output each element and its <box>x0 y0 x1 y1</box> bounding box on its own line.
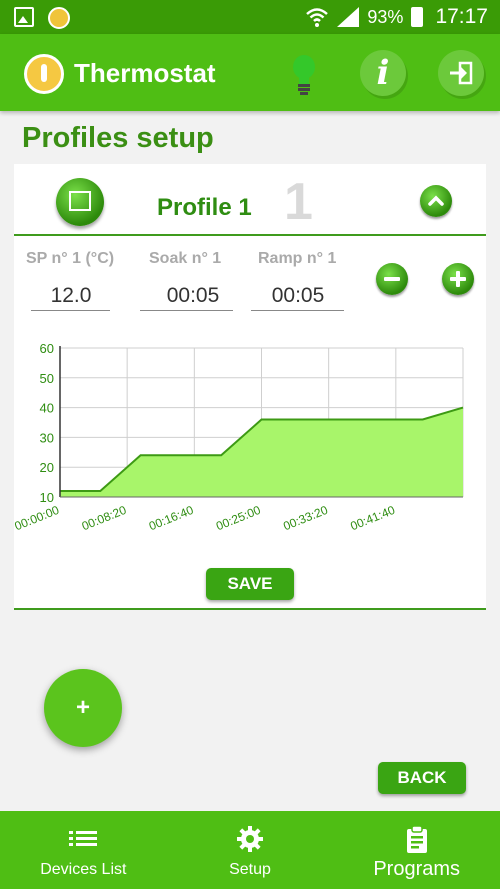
nav-programs[interactable]: Programs <box>333 811 500 889</box>
ramp-label: Ramp n° 1 <box>258 250 337 267</box>
status-bar: 93% 17:17 <box>0 0 500 34</box>
thermostat-logo-icon <box>24 54 64 94</box>
logout-button[interactable] <box>438 50 484 96</box>
minus-icon <box>384 277 400 281</box>
soak-field[interactable]: Soak n° 1 00:05 <box>140 250 233 311</box>
clock: 17:17 <box>435 5 488 28</box>
y-tick-label: 10 <box>40 490 54 505</box>
nav-devices-list-label: Devices List <box>40 861 127 878</box>
x-tick-label: 00:08:20 <box>80 503 129 534</box>
gear-icon <box>237 826 263 852</box>
x-tick-label: 00:41:40 <box>348 503 397 534</box>
profile-number: 1 <box>284 173 313 231</box>
profile-header: Profile 1 1 <box>14 164 486 236</box>
nav-setup-label: Setup <box>229 861 271 878</box>
nav-programs-label: Programs <box>373 858 461 880</box>
lightbulb-icon[interactable] <box>290 54 318 98</box>
area-fill <box>60 407 463 497</box>
y-tick-label: 20 <box>40 460 54 475</box>
nav-setup[interactable]: Setup <box>167 811 334 889</box>
gallery-notification-icon <box>14 7 34 27</box>
soak-input[interactable]: 00:05 <box>146 284 240 308</box>
soak-label: Soak n° 1 <box>149 250 222 267</box>
wifi-icon <box>306 8 329 27</box>
app-notification-icon <box>48 7 70 29</box>
ramp-field[interactable]: Ramp n° 1 00:05 <box>251 250 344 311</box>
list-icon <box>69 831 98 846</box>
ramp-input[interactable]: 00:05 <box>251 284 345 308</box>
chart-icon <box>56 178 104 226</box>
app-title: Thermostat <box>74 58 216 88</box>
battery-icon <box>411 7 424 27</box>
profile-chart: 10 20 30 40 50 60 00:00:00 00:08:20 00:16:40 00:2… <box>14 341 464 534</box>
profile-name: Profile 1 <box>157 194 252 221</box>
logout-icon <box>450 61 473 85</box>
nav-devices-list[interactable]: Devices List <box>0 811 167 889</box>
y-tick-label: 50 <box>40 371 54 386</box>
bottom-nav: Devices List Setup Programs <box>0 811 500 889</box>
setpoint-input[interactable]: 12.0 <box>31 284 111 308</box>
y-tick-label: 60 <box>40 341 54 356</box>
signal-icon <box>337 7 360 27</box>
x-tick-label: 00:16:40 <box>147 503 196 534</box>
setpoint-field[interactable]: SP n° 1 (°C) 12.0 <box>26 250 115 311</box>
card-divider <box>14 608 486 610</box>
x-tick-label: 00:33:20 <box>281 503 330 534</box>
back-button[interactable]: BACK <box>378 762 466 794</box>
x-tick-label: 00:25:00 <box>214 503 263 534</box>
info-icon: i <box>376 53 390 93</box>
profile-card: Profile 1 1 SP n° 1 (°C) 12.0 Soak n° 1 … <box>14 164 486 610</box>
setpoint-label: SP n° 1 (°C) <box>26 250 115 267</box>
app-bar: Thermostat i <box>0 34 500 111</box>
save-button[interactable]: SAVE <box>206 568 294 600</box>
x-tick-label: 00:00:00 <box>14 503 61 534</box>
battery-percent: 93% <box>367 6 404 27</box>
plus-icon <box>450 271 466 287</box>
y-tick-label: 40 <box>40 401 54 416</box>
clipboard-icon <box>406 825 427 853</box>
chevron-up-icon <box>428 195 444 206</box>
add-profile-button[interactable]: + <box>44 669 122 747</box>
y-tick-label: 30 <box>40 430 54 445</box>
page-title: Profiles setup <box>22 122 214 154</box>
collapse-button[interactable] <box>420 185 452 217</box>
remove-step-button[interactable] <box>376 263 408 295</box>
info-button[interactable]: i <box>360 50 406 96</box>
add-step-button[interactable] <box>442 263 474 295</box>
